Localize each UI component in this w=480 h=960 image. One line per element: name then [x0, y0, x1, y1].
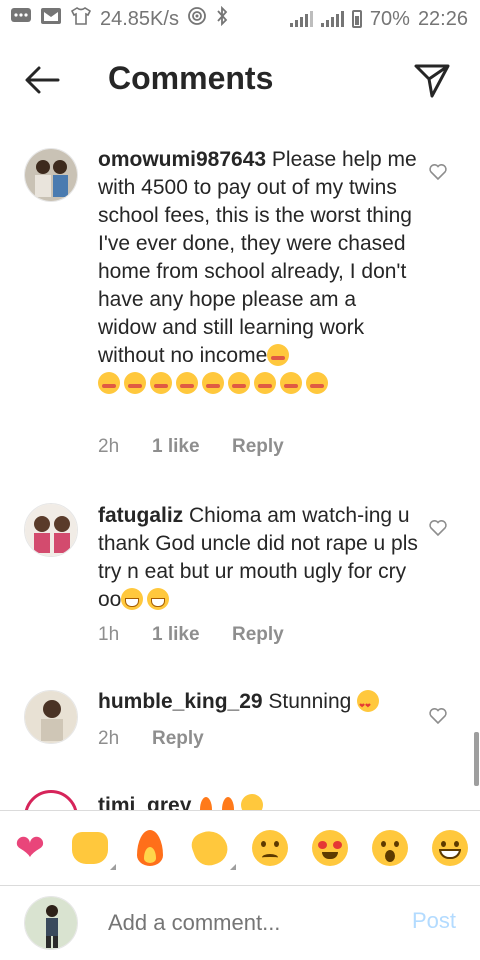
top-bar: Comments — [0, 40, 480, 120]
weary-face-icon — [98, 372, 120, 394]
weary-face-icon — [254, 372, 276, 394]
page-title: Comments — [108, 60, 274, 96]
like-heart-icon[interactable] — [428, 706, 448, 726]
reply-button[interactable]: Reply — [232, 624, 284, 646]
comment-time: 1h — [98, 624, 120, 645]
comment-time: 2h — [98, 728, 120, 749]
avatar[interactable] — [24, 790, 78, 810]
signal-icon — [289, 11, 313, 27]
clapping-hands-icon — [188, 826, 232, 870]
comment-username[interactable]: omowumi987643 — [98, 148, 266, 171]
emoji-heart-button[interactable]: ❤ — [10, 828, 50, 868]
comment-username[interactable]: fatugaliz — [98, 504, 183, 527]
emoji-heart-eyes-button[interactable] — [310, 828, 350, 868]
weary-face-icon — [280, 372, 302, 394]
comment-likes[interactable]: 1 like — [152, 624, 232, 646]
mail-icon — [40, 7, 62, 31]
emoji-raised-hands-button[interactable] — [70, 828, 116, 870]
comment-text: omowumi987643 Please help me with 4500 t… — [98, 146, 418, 398]
comment-composer: Post — [0, 886, 480, 960]
comment-username[interactable]: humble_king_29 — [98, 690, 263, 713]
chat-icon — [10, 7, 32, 31]
paper-plane-icon[interactable] — [412, 60, 452, 100]
grinning-face-icon — [147, 588, 170, 610]
emoji-clap-button[interactable] — [188, 826, 236, 870]
comment-input[interactable] — [108, 910, 388, 936]
comment-text: fatugaliz Chioma am watch-ing u thank Go… — [98, 502, 418, 614]
comment-meta: 2h Reply — [98, 728, 204, 750]
comment-username[interactable]: timi_grey — [98, 794, 191, 810]
weary-face-icon — [306, 372, 328, 394]
battery-level: 70% — [369, 7, 410, 30]
comment-body: Stunning — [268, 690, 352, 713]
avatar[interactable] — [24, 503, 78, 557]
arrow-left-icon[interactable] — [22, 62, 62, 98]
raised-hands-icon — [241, 794, 264, 810]
comment-text: timi_grey — [98, 792, 418, 810]
weary-face-icon — [202, 372, 224, 394]
emoji-confused-button[interactable] — [250, 828, 290, 868]
clock: 22:26 — [417, 7, 468, 30]
comment-body: Please help me with 4500 to pay out of m… — [98, 148, 417, 367]
comment-text: humble_king_29 Stunning — [98, 688, 418, 721]
heart-eyes-face-icon — [312, 830, 348, 866]
status-bar: 24.85K/s 70% 22:26 — [0, 0, 480, 38]
comment-item: timi_grey — [0, 788, 480, 810]
emoji-quick-bar: ❤ — [0, 810, 480, 886]
emoji-surprised-button[interactable] — [370, 828, 410, 868]
heart-eyes-face-icon — [357, 690, 380, 721]
like-heart-icon[interactable] — [428, 518, 448, 538]
reply-button[interactable]: Reply — [232, 436, 284, 458]
heart-icon: ❤ — [14, 827, 46, 868]
raised-hands-icon — [72, 832, 108, 864]
grinning-face-icon — [121, 588, 144, 610]
avatar[interactable] — [24, 148, 78, 202]
weary-face-icon — [228, 372, 250, 394]
grinning-face-icon — [432, 830, 468, 866]
scrollbar[interactable] — [474, 732, 479, 786]
comment-meta: 1h 1 like Reply — [98, 624, 284, 646]
comment-likes[interactable]: 1 like — [152, 436, 232, 458]
post-button[interactable]: Post — [412, 908, 456, 934]
weary-face-icon — [267, 344, 290, 366]
fire-icon — [219, 794, 237, 810]
battery-icon — [351, 10, 362, 28]
fire-icon — [137, 830, 163, 866]
shirt-icon — [70, 6, 92, 32]
emoji-grin-button[interactable] — [430, 828, 470, 868]
surprised-face-icon — [372, 830, 408, 866]
confused-face-icon — [252, 830, 288, 866]
comment-time: 2h — [98, 436, 120, 457]
signal-h-icon — [320, 11, 344, 27]
emoji-fire-button[interactable] — [130, 828, 170, 868]
net-speed: 24.85K/s — [100, 7, 179, 30]
like-heart-icon[interactable] — [428, 162, 448, 182]
fire-icon — [197, 794, 215, 810]
avatar — [24, 896, 78, 950]
weary-face-icon — [150, 372, 172, 394]
weary-face-icon — [176, 372, 198, 394]
comment-meta: 2h 1 like Reply — [98, 436, 284, 458]
hotspot-icon — [187, 6, 207, 32]
weary-face-icon — [124, 372, 146, 394]
bluetooth-icon — [215, 5, 229, 32]
avatar[interactable] — [24, 690, 78, 744]
reply-button[interactable]: Reply — [152, 728, 204, 750]
